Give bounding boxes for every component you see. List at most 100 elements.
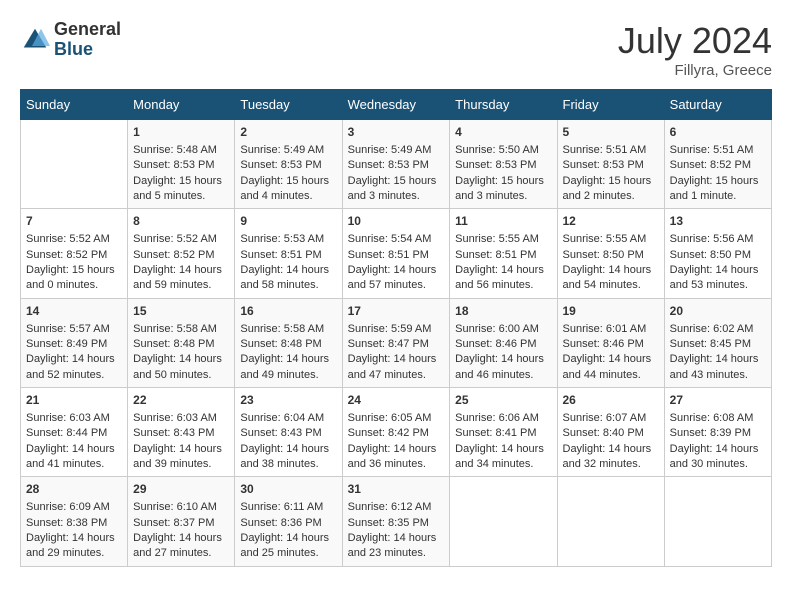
day-number: 17 <box>348 303 445 320</box>
sunrise-text: Sunrise: 5:58 AM <box>133 323 217 335</box>
daylight-text: Daylight: 14 hours and 39 minutes. <box>133 443 222 470</box>
sunset-text: Sunset: 8:40 PM <box>563 427 644 439</box>
sunset-text: Sunset: 8:42 PM <box>348 427 429 439</box>
sunrise-text: Sunrise: 6:04 AM <box>240 412 324 424</box>
sunset-text: Sunset: 8:38 PM <box>26 517 107 529</box>
sunrise-text: Sunrise: 6:01 AM <box>563 323 647 335</box>
calendar-header-row: SundayMondayTuesdayWednesdayThursdayFrid… <box>21 90 772 120</box>
sunset-text: Sunset: 8:52 PM <box>670 159 751 171</box>
sunset-text: Sunset: 8:45 PM <box>670 338 751 350</box>
sunrise-text: Sunrise: 6:10 AM <box>133 501 217 513</box>
day-number: 31 <box>348 481 445 498</box>
daylight-text: Daylight: 15 hours and 3 minutes. <box>455 175 544 202</box>
daylight-text: Daylight: 14 hours and 46 minutes. <box>455 353 544 380</box>
calendar-cell: 8Sunrise: 5:52 AMSunset: 8:52 PMDaylight… <box>128 209 235 298</box>
sunrise-text: Sunrise: 5:51 AM <box>670 144 754 156</box>
calendar-cell: 4Sunrise: 5:50 AMSunset: 8:53 PMDaylight… <box>450 120 557 209</box>
sunset-text: Sunset: 8:50 PM <box>563 249 644 261</box>
daylight-text: Daylight: 14 hours and 32 minutes. <box>563 443 652 470</box>
calendar-cell: 11Sunrise: 5:55 AMSunset: 8:51 PMDayligh… <box>450 209 557 298</box>
calendar-cell: 15Sunrise: 5:58 AMSunset: 8:48 PMDayligh… <box>128 298 235 387</box>
column-header-sunday: Sunday <box>21 90 128 120</box>
daylight-text: Daylight: 14 hours and 30 minutes. <box>670 443 759 470</box>
day-number: 13 <box>670 213 766 230</box>
calendar-cell: 16 Sunrise: 5:58 AM Sunset: 8:48 PM Dayligh… <box>235 298 342 387</box>
daylight-text: Daylight: 15 hours and 3 minutes. <box>348 175 437 202</box>
sunset-text: Sunset: 8:50 PM <box>670 249 751 261</box>
sunset-text: Sunset: 8:41 PM <box>455 427 536 439</box>
calendar-cell: 30Sunrise: 6:11 AMSunset: 8:36 PMDayligh… <box>235 477 342 566</box>
calendar-week-row: 1Sunrise: 5:48 AMSunset: 8:53 PMDaylight… <box>21 120 772 209</box>
sunset-text: Sunset: 8:46 PM <box>455 338 536 350</box>
daylight-text: Daylight: 14 hours and 52 minutes. <box>26 353 115 380</box>
sunrise-text: Sunrise: 5:48 AM <box>133 144 217 156</box>
calendar-week-row: 7 Sunrise: 5:52 AM Sunset: 8:52 PM Daylight… <box>21 209 772 298</box>
calendar-cell: 9Sunrise: 5:53 AMSunset: 8:51 PMDaylight… <box>235 209 342 298</box>
day-number: 3 <box>348 124 445 141</box>
calendar-cell: 24 Sunrise: 6:05 AM Sunset: 8:42 PM Dayligh… <box>342 388 450 477</box>
sunset-text: Sunset: 8:35 PM <box>348 517 429 529</box>
sunrise-text: Sunrise: 5:57 AM <box>26 323 110 335</box>
sunset-text: Sunset: 8:51 PM <box>348 249 429 261</box>
daylight-text: Daylight: 14 hours and 58 minutes. <box>240 264 329 291</box>
sunrise-text: Sunrise: 6:02 AM <box>670 323 754 335</box>
sunrise-text: Sunrise: 5:58 AM <box>240 323 324 335</box>
daylight-text: Daylight: 14 hours and 49 minutes. <box>240 353 329 380</box>
day-number: 29 <box>133 481 229 498</box>
daylight-text: Daylight: 14 hours and 25 minutes. <box>240 532 329 559</box>
sunrise-text: Sunrise: 6:09 AM <box>26 501 110 513</box>
column-header-thursday: Thursday <box>450 90 557 120</box>
day-number: 11 <box>455 213 551 230</box>
logo-icon <box>20 25 50 55</box>
calendar-cell: 5Sunrise: 5:51 AMSunset: 8:53 PMDaylight… <box>557 120 664 209</box>
logo-text: General Blue <box>54 20 121 60</box>
daylight-text: Daylight: 14 hours and 54 minutes. <box>563 264 652 291</box>
sunset-text: Sunset: 8:52 PM <box>26 249 107 261</box>
sunset-text: Sunset: 8:48 PM <box>240 338 321 350</box>
column-header-tuesday: Tuesday <box>235 90 342 120</box>
calendar-cell <box>557 477 664 566</box>
sunrise-text: Sunrise: 6:06 AM <box>455 412 539 424</box>
calendar-week-row: 28Sunrise: 6:09 AMSunset: 8:38 PMDayligh… <box>21 477 772 566</box>
day-number: 16 <box>240 303 336 320</box>
daylight-text: Daylight: 14 hours and 43 minutes. <box>670 353 759 380</box>
daylight-text: Daylight: 15 hours and 1 minute. <box>670 175 759 202</box>
calendar-cell: 7Sunrise: 5:52 AMSunset: 8:52 PMDaylight… <box>21 209 128 298</box>
day-number: 30 <box>240 481 336 498</box>
day-number: 24 <box>348 392 445 409</box>
calendar-cell <box>664 477 771 566</box>
day-number: 18 <box>455 303 551 320</box>
calendar-cell: 28Sunrise: 6:09 AMSunset: 8:38 PMDayligh… <box>21 477 128 566</box>
calendar-cell: 31Sunrise: 6:12 AMSunset: 8:35 PMDayligh… <box>342 477 450 566</box>
sunrise-text: Sunrise: 5:50 AM <box>455 144 539 156</box>
day-number: 22 <box>133 392 229 409</box>
logo-general-text: General <box>54 20 121 40</box>
sunset-text: Sunset: 8:47 PM <box>348 338 429 350</box>
day-number: 4 <box>455 124 551 141</box>
sunset-text: Sunset: 8:43 PM <box>240 427 321 439</box>
daylight-text: Daylight: 15 hours and 0 minutes. <box>26 264 115 291</box>
sunrise-text: Sunrise: 5:49 AM <box>348 144 432 156</box>
daylight-text: Daylight: 14 hours and 36 minutes. <box>348 443 437 470</box>
calendar-cell: 3Sunrise: 5:49 AMSunset: 8:53 PMDaylight… <box>342 120 450 209</box>
column-header-friday: Friday <box>557 90 664 120</box>
sunset-text: Sunset: 8:52 PM <box>133 249 214 261</box>
day-number: 6 <box>670 124 766 141</box>
daylight-text: Daylight: 14 hours and 29 minutes. <box>26 532 115 559</box>
column-header-wednesday: Wednesday <box>342 90 450 120</box>
sunrise-text: Sunrise: 6:11 AM <box>240 501 323 513</box>
day-number: 27 <box>670 392 766 409</box>
calendar-cell: 20Sunrise: 6:02 AMSunset: 8:45 PMDayligh… <box>664 298 771 387</box>
sunset-text: Sunset: 8:43 PM <box>133 427 214 439</box>
day-number: 9 <box>240 213 336 230</box>
logo: General Blue <box>20 20 121 60</box>
sunrise-text: Sunrise: 6:08 AM <box>670 412 754 424</box>
day-number: 7 <box>26 213 122 230</box>
sunset-text: Sunset: 8:37 PM <box>133 517 214 529</box>
sunrise-text: Sunrise: 6:05 AM <box>348 412 432 424</box>
sunrise-text: Sunrise: 6:07 AM <box>563 412 647 424</box>
day-number: 26 <box>563 392 659 409</box>
day-number: 2 <box>240 124 336 141</box>
sunrise-text: Sunrise: 6:03 AM <box>133 412 217 424</box>
sunrise-text: Sunrise: 5:52 AM <box>133 233 217 245</box>
